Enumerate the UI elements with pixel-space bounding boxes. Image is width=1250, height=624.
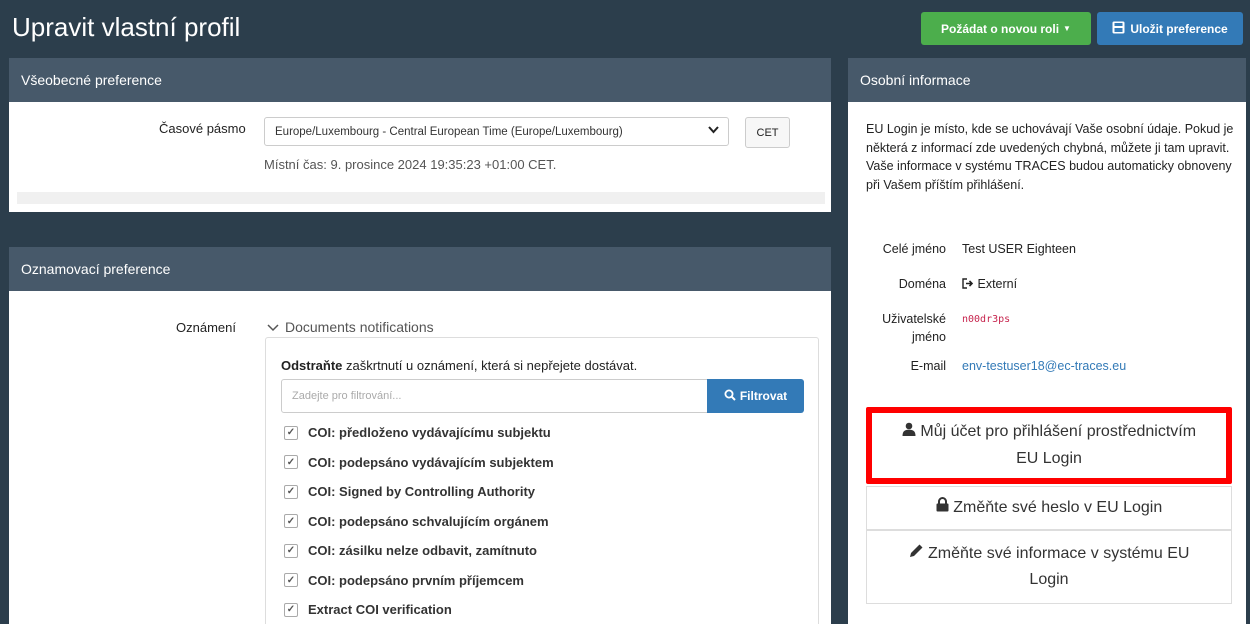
personal-info-intro: EU Login je místo, kde se uchovávají Vaš… <box>866 122 1234 192</box>
divider-strip <box>17 192 825 204</box>
request-role-label: Požádat o novou roli <box>941 21 1060 36</box>
full-name-row: Celé jméno Test USER Eighteen <box>848 242 1246 260</box>
list-item-label: COI: zásilku nelze odbavit, zamítnuto <box>308 543 537 559</box>
full-name-value: Test USER Eighteen <box>962 242 1076 256</box>
full-name-label: Celé jméno <box>882 242 946 256</box>
request-role-button[interactable]: Požádat o novou roli ▼ <box>921 12 1091 45</box>
domain-value: Externí <box>977 277 1018 291</box>
personal-info-panel: Osobní informace EU Login je místo, kde … <box>848 58 1246 624</box>
list-item[interactable]: ✓ COI: podepsáno vydávajícím subjektem <box>284 448 804 478</box>
list-item[interactable]: ✓ COI: Signed by Controlling Authority <box>284 477 804 507</box>
filter-input[interactable]: Zadejte pro filtrování... <box>281 379 708 413</box>
documents-notifications-toggle[interactable]: Documents notifications <box>267 319 434 335</box>
account-button-label: Můj účet pro přihlášení prostřednictvím … <box>920 423 1197 467</box>
list-item[interactable]: ✓ Extract COI verification <box>284 595 804 624</box>
notification-checkbox-list: ✓ COI: předloženo vydávajícímu subjektu ✓… <box>284 418 804 624</box>
domain-value-wrap: Externí <box>962 277 1017 292</box>
list-item[interactable]: ✓ COI: podepsáno prvním příjemcem <box>284 566 804 596</box>
list-item-label: Extract COI verification <box>308 602 452 618</box>
list-item[interactable]: ✓ COI: podepsáno schvalujícím orgánem <box>284 507 804 537</box>
username-label-line2: jméno <box>911 330 946 344</box>
notifications-label: Oznámení <box>176 320 236 335</box>
password-button-label: Změňte své heslo v EU Login <box>953 499 1163 517</box>
timezone-select[interactable]: Europe/Luxembourg - Central European Tim… <box>264 117 729 146</box>
email-row: E-mail env-testuser18@ec-traces.eu <box>848 359 1246 377</box>
domain-label: Doména <box>898 277 946 291</box>
pencil-icon <box>909 541 924 567</box>
checkbox-checked[interactable]: ✓ <box>284 543 298 558</box>
notification-preferences-title: Oznamovací preference <box>9 247 831 291</box>
timezone-abbr-badge: CET <box>745 117 790 148</box>
password-button-content: Změňte své heslo v EU Login <box>936 495 1162 521</box>
general-preferences-panel: Všeobecné preference Časové pásmo Europe… <box>9 58 831 212</box>
list-item[interactable]: ✓ COI: zásilku nelze odbavit, zamítnuto <box>284 536 804 566</box>
save-icon <box>1112 21 1125 37</box>
general-preferences-title: Všeobecné preference <box>9 58 831 102</box>
sign-in-icon <box>962 278 974 292</box>
checkbox-checked[interactable]: ✓ <box>284 514 298 529</box>
list-item-label: COI: podepsáno prvním příjemcem <box>308 572 524 588</box>
local-time-value: 9. prosince 2024 19:35:23 +01:00 CET. <box>330 157 557 172</box>
account-button-content: Můj účet pro přihlášení prostřednictvím … <box>892 419 1206 471</box>
checkbox-checked[interactable]: ✓ <box>284 425 298 440</box>
info-button-label: Změňte své informace v systému EU Login <box>928 545 1190 589</box>
timezone-label: Časové pásmo <box>159 121 246 136</box>
chevron-down-icon <box>267 319 279 335</box>
list-item-label: COI: podepsáno schvalujícím orgánem <box>308 513 549 529</box>
documents-notifications-label: Documents notifications <box>285 319 434 335</box>
list-item-label: COI: podepsáno vydávajícím subjektem <box>308 454 554 470</box>
search-icon <box>724 389 736 404</box>
save-preferences-label: Uložit preference <box>1130 21 1228 36</box>
username-row: Uživatelské jméno n00dr3ps <box>848 312 1246 348</box>
documents-notifications-box: Odstraňte zaškrtnutí u oznámení, která s… <box>265 337 819 624</box>
email-link[interactable]: env-testuser18@ec-traces.eu <box>962 359 1126 373</box>
caret-down-icon: ▼ <box>1063 24 1071 33</box>
info-button-content: Změňte své informace v systému EU Login <box>887 541 1211 593</box>
list-item-label: COI: předloženo vydávajícímu subjektu <box>308 425 551 441</box>
page-title: Upravit vlastní profil <box>12 12 241 42</box>
filter-hint-rest: zaškrtnutí u oznámení, která si nepřejet… <box>346 358 638 373</box>
change-info-button[interactable]: Změňte své informace v systému EU Login <box>866 530 1232 604</box>
filter-hint-bold: Odstraňte <box>281 358 343 373</box>
lock-icon <box>936 495 949 521</box>
username-label-line1: Uživatelské <box>882 312 946 326</box>
domain-row: Doména Externí <box>848 277 1246 295</box>
checkbox-checked[interactable]: ✓ <box>284 602 298 617</box>
local-time-prefix: Místní čas: <box>264 157 327 172</box>
chevron-down-icon <box>708 126 719 137</box>
list-item-label: COI: Signed by Controlling Authority <box>308 484 535 500</box>
notification-preferences-panel: Oznamovací preference Oznámení Documents… <box>9 247 831 624</box>
username-value: n00dr3ps <box>962 314 1011 325</box>
timezone-value: Europe/Luxembourg - Central European Tim… <box>275 125 623 138</box>
save-preferences-button[interactable]: Uložit preference <box>1097 12 1243 45</box>
personal-info-title: Osobní informace <box>848 58 1246 102</box>
email-label: E-mail <box>910 359 946 373</box>
top-bar: Upravit vlastní profil Požádat o novou r… <box>0 0 1250 58</box>
local-time: Místní čas: 9. prosince 2024 19:35:23 +0… <box>264 157 556 172</box>
list-item[interactable]: ✓ COI: předloženo vydávajícímu subjektu <box>284 418 804 448</box>
checkbox-checked[interactable]: ✓ <box>284 484 298 499</box>
eu-login-account-button[interactable]: Můj účet pro přihlášení prostřednictvím … <box>866 407 1232 484</box>
filter-hint: Odstraňte zaškrtnutí u oznámení, která s… <box>281 358 637 373</box>
checkbox-checked[interactable]: ✓ <box>284 455 298 470</box>
change-password-button[interactable]: Změňte své heslo v EU Login <box>866 486 1232 530</box>
checkbox-checked[interactable]: ✓ <box>284 573 298 588</box>
filter-button[interactable]: Filtrovat <box>707 379 804 413</box>
user-icon <box>902 419 916 445</box>
filter-button-label: Filtrovat <box>739 389 788 403</box>
